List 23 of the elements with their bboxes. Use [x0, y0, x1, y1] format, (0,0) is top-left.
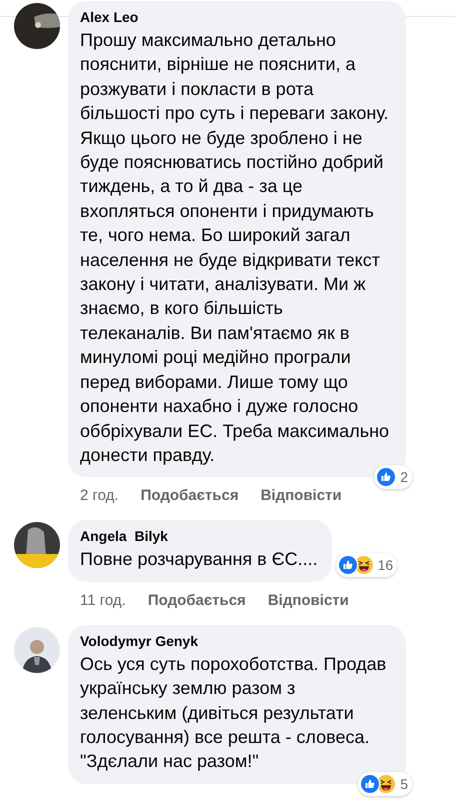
reactions-badge[interactable]: 16 [336, 552, 398, 577]
thumbs-up-icon [338, 556, 357, 574]
reactions-badge[interactable]: 2 [374, 465, 412, 490]
author-name[interactable]: Angela Bilyk [80, 527, 318, 546]
reaction-count: 5 [400, 776, 408, 792]
laughing-face-icon [377, 774, 396, 793]
like-link[interactable]: Подобається [140, 487, 239, 504]
timestamp: 11 год. [80, 592, 126, 609]
reply-link[interactable]: Відповісти [268, 592, 349, 609]
author-name[interactable]: Alex Leo [80, 8, 392, 26]
thumbs-up-icon [361, 774, 380, 793]
author-name[interactable]: Volodymyr Genyk [80, 632, 392, 650]
timestamp: 2 год. [80, 487, 119, 504]
laughing-face-icon [354, 556, 373, 574]
comment-text: Повне розчарування в ЄС.... [80, 548, 318, 572]
reaction-count: 16 [378, 556, 394, 573]
comment-text: Прошу максимально детально пояснити, вірніше не пояснити, а розжувати і покласти в рота більшості про суть і переваги закону. Якщо цього не буде зроблено і не буде пояснюватись постійно добрий тиждень, а то й два - за це вхопляться опоненти і придумають те, чого нема. Бо широкий загал населення не буде відкривати текст закону і читати, аналізувати. Ми ж знаємо, в кого більшість телеканалів. Ви пам'ятаємо як в минуломі році медійно програли перед виборами. Лише тому що опоненти нахабно і дуже голосно оббріхували ЕС. Треба максимально донести правду. [80, 29, 390, 467]
reply-link[interactable]: Відповісти [260, 487, 342, 504]
reaction-count: 2 [400, 469, 408, 486]
thumbs-up-icon [377, 468, 396, 486]
comment-text: Ось уся суть порохоботства. Продав українську землю разом з зеленським (дивіться результати голосування) все решта - словеса. "Здєлали нас разом!" [80, 652, 388, 774]
reactions-badge[interactable]: 5 [358, 772, 412, 796]
like-link[interactable]: Подобається [148, 592, 246, 609]
